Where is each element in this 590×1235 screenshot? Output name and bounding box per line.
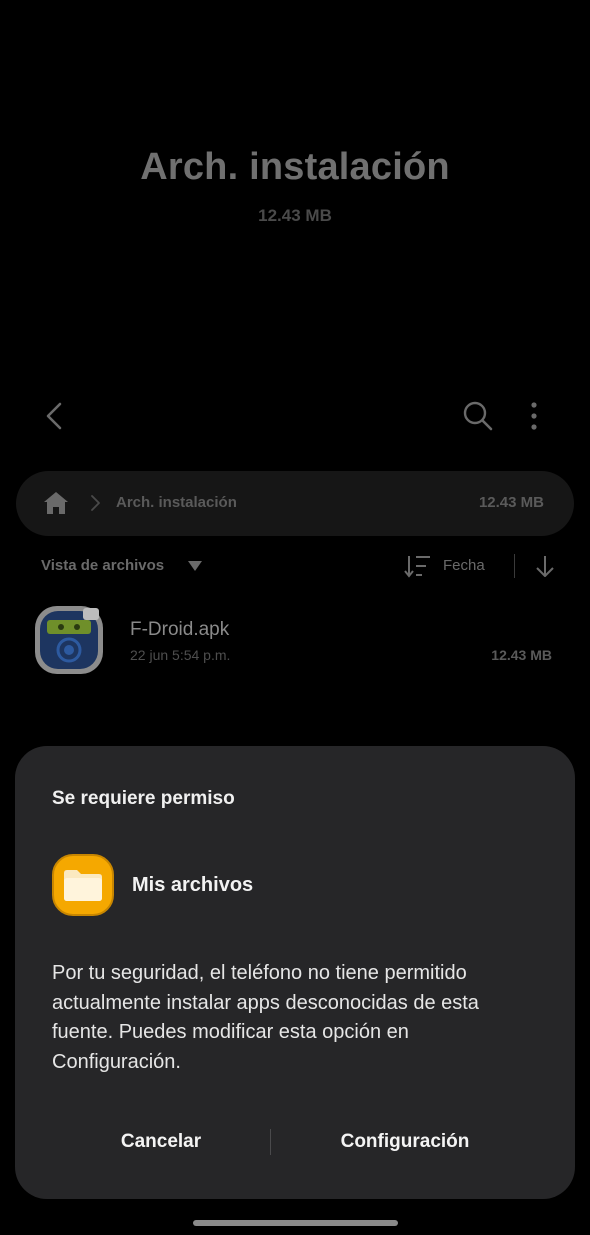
dialog-message: Por tu seguridad, el teléfono no tiene p…	[52, 962, 479, 1073]
caret-down-icon[interactable]	[186, 560, 204, 572]
chevron-right-icon	[91, 495, 100, 511]
settings-button[interactable]: Configuración	[285, 1121, 525, 1163]
app-name: Mis archivos	[132, 874, 254, 896]
breadcrumb: Arch. instalación 12.43 MB	[16, 471, 574, 536]
folder-app-icon	[52, 854, 114, 916]
dialog-title: Se requiere permiso	[52, 788, 235, 809]
gesture-nav-handle[interactable]	[193, 1220, 398, 1226]
permission-dialog: Se requiere permiso Mis archivos Por tu …	[15, 746, 575, 1199]
sort-label[interactable]: Fecha	[443, 557, 485, 574]
file-date: 22 jun 5:54 p.m.	[130, 647, 231, 663]
button-divider	[270, 1129, 271, 1155]
view-mode-label[interactable]: Vista de archivos	[41, 557, 164, 574]
cancel-button[interactable]: Cancelar	[55, 1121, 267, 1163]
search-icon[interactable]	[460, 398, 496, 434]
breadcrumb-size: 12.43 MB	[478, 494, 544, 511]
arrow-down-icon[interactable]	[534, 553, 556, 579]
breadcrumb-folder[interactable]: Arch. instalación	[116, 494, 237, 511]
folder-size: 12.43 MB	[258, 206, 332, 225]
chevron-left-icon[interactable]	[36, 396, 76, 436]
page-title: Arch. instalación	[140, 146, 450, 188]
home-icon[interactable]	[42, 490, 70, 516]
sort-icon[interactable]	[402, 553, 432, 579]
divider	[514, 554, 515, 578]
file-size: 12.43 MB	[491, 647, 552, 663]
list-item[interactable]: F-Droid.apk 22 jun 5:54 p.m. 12.43 MB	[0, 595, 590, 685]
more-vertical-icon[interactable]	[520, 398, 548, 434]
fdroid-app-icon	[35, 606, 103, 674]
file-name: F-Droid.apk	[130, 619, 230, 640]
